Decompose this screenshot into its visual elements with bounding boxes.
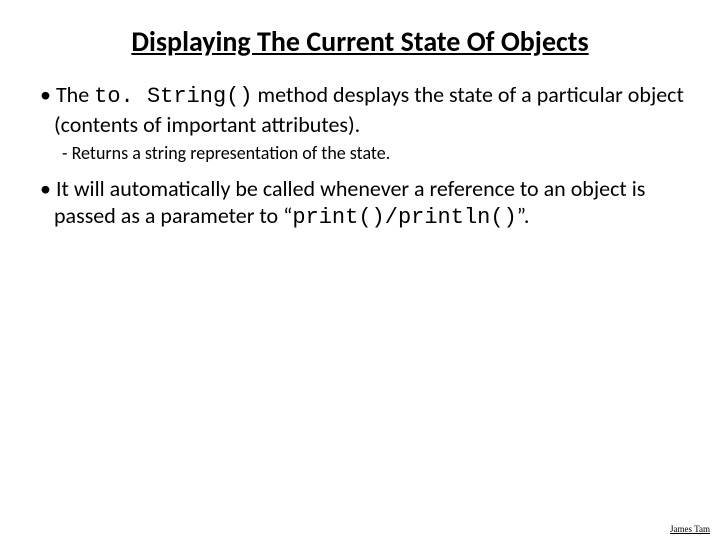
slide-title: Displaying The Current State Of Objects bbox=[30, 24, 690, 59]
sub-bullet-1: Returns a string representation of the s… bbox=[62, 142, 690, 165]
bullet-2: It will automatically be called whenever… bbox=[40, 175, 690, 232]
footer-author: James Tam bbox=[670, 524, 710, 534]
bullet-1-pre: The bbox=[56, 81, 94, 108]
bullet-2-post: ”. bbox=[517, 202, 530, 229]
bullet-list: The to. String() method desplays the sta… bbox=[30, 81, 690, 232]
bullet-1: The to. String() method desplays the sta… bbox=[40, 81, 690, 138]
bullet-1-code: to. String() bbox=[94, 84, 252, 109]
slide: Displaying The Current State Of Objects … bbox=[0, 0, 720, 540]
bullet-2-code: print()/println() bbox=[292, 205, 516, 230]
